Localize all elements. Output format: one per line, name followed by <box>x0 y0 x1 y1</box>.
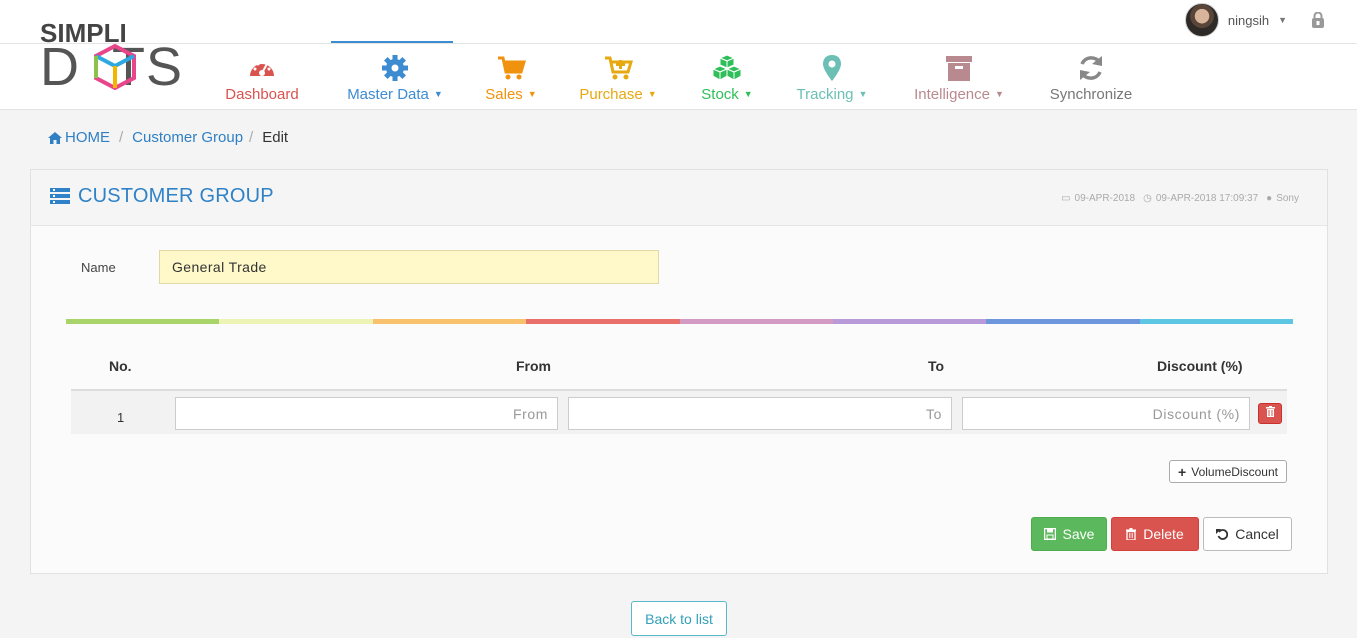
nav-master-data-label: Master Data <box>347 86 429 103</box>
plus-icon: + <box>1178 463 1187 480</box>
breadcrumb-customer-group-link[interactable]: Customer Group <box>132 129 243 146</box>
delete-button[interactable]: Delete <box>1111 517 1199 551</box>
caret-down-icon: ▼ <box>994 89 1004 99</box>
row-number: 1 <box>117 410 125 425</box>
dashboard-gauge-icon <box>250 60 274 76</box>
cart-icon <box>498 56 526 80</box>
simplidots-logo[interactable]: SIMPLI D TS <box>40 18 202 94</box>
nav-sales[interactable]: Sales ▼ <box>476 44 546 110</box>
name-input[interactable] <box>159 250 659 284</box>
calendar-icon: ▭ <box>1061 193 1071 204</box>
main-navbar: SIMPLI D TS Dashboard Master Data ▼ Sale… <box>0 18 1357 110</box>
add-volume-discount-label: VolumeDiscount <box>1191 464 1278 479</box>
discount-input[interactable] <box>962 397 1250 430</box>
panel-title: CUSTOMER GROUP <box>78 185 274 207</box>
nav-purchase[interactable]: Purchase ▼ <box>572 44 664 110</box>
user-menu[interactable]: ningsih ▼ <box>1184 3 1287 37</box>
cart-plus-icon <box>605 56 633 80</box>
floppy-icon <box>1043 528 1056 540</box>
user-icon: ● <box>1266 193 1273 204</box>
breadcrumb-separator: / <box>249 129 254 146</box>
nav-dashboard[interactable]: Dashboard <box>218 44 306 110</box>
created-date: 09-APR-2018 <box>1074 193 1136 204</box>
nav-sales-label: Sales <box>485 86 523 103</box>
back-to-list-button[interactable]: Back to list <box>631 601 727 636</box>
modified-datetime: 09-APR-2018 17:09:37 <box>1155 193 1259 204</box>
gear-icon <box>382 55 408 81</box>
column-header-discount: Discount (%) <box>1157 358 1243 374</box>
breadcrumb-current: Edit <box>262 129 289 146</box>
user-name[interactable]: ningsih <box>1228 13 1269 28</box>
save-button[interactable]: Save <box>1031 517 1107 551</box>
nav-intelligence-label: Intelligence <box>914 86 990 103</box>
logo-cube-icon <box>94 44 136 90</box>
trash-icon <box>1126 528 1137 540</box>
clock-icon: ◷ <box>1143 193 1152 204</box>
caret-down-icon: ▼ <box>433 89 443 99</box>
nav-tracking-label: Tracking <box>796 86 854 103</box>
nav-master-data[interactable]: Master Data ▼ <box>340 44 450 110</box>
nav-intelligence[interactable]: Intelligence ▼ <box>906 44 1012 110</box>
archive-icon <box>946 56 972 81</box>
cubes-icon <box>712 54 742 81</box>
cancel-button[interactable]: Cancel <box>1203 517 1292 551</box>
add-volume-discount-button[interactable]: + VolumeDiscount <box>1169 460 1287 483</box>
save-label: Save <box>1062 526 1095 542</box>
nav-active-indicator <box>331 41 453 43</box>
trash-icon <box>1265 406 1275 417</box>
cancel-label: Cancel <box>1235 526 1279 542</box>
caret-down-icon: ▼ <box>647 89 657 99</box>
record-meta: ▭ 09-APR-2018 ◷ 09-APR-2018 17:09:37 ● S… <box>1061 193 1299 204</box>
nav-synchronize-label: Synchronize <box>1049 86 1133 103</box>
nav-purchase-label: Purchase <box>579 86 643 103</box>
delete-label: Delete <box>1143 526 1184 542</box>
breadcrumb-home-link[interactable]: HOME <box>65 129 110 146</box>
caret-down-icon: ▼ <box>743 89 753 99</box>
breadcrumb: HOME / Customer Group / Edit <box>48 129 288 146</box>
lock-icon[interactable] <box>1311 12 1325 28</box>
to-input[interactable] <box>568 397 952 430</box>
caret-down-icon[interactable]: ▼ <box>1278 15 1287 25</box>
nav-stock[interactable]: Stock ▼ <box>692 44 762 110</box>
list-icon <box>50 188 70 204</box>
caret-down-icon: ▼ <box>527 89 537 99</box>
caret-down-icon: ▼ <box>858 89 868 99</box>
from-input[interactable] <box>175 397 558 430</box>
name-label: Name <box>81 260 116 275</box>
panel-header: CUSTOMER GROUP ▭ 09-APR-2018 ◷ 09-APR-20… <box>31 170 1327 226</box>
customer-group-panel: CUSTOMER GROUP ▭ 09-APR-2018 ◷ 09-APR-20… <box>30 169 1328 574</box>
delete-row-button[interactable] <box>1258 403 1282 424</box>
nav-dashboard-label: Dashboard <box>225 86 299 103</box>
rainbow-divider <box>66 319 1293 324</box>
top-bar: ningsih ▼ <box>0 0 1357 44</box>
undo-icon <box>1216 529 1229 540</box>
nav-tracking[interactable]: Tracking ▼ <box>788 44 876 110</box>
column-header-to: To <box>928 358 945 374</box>
column-header-no: No. <box>109 358 132 374</box>
column-header-from: From <box>516 358 551 374</box>
refresh-icon <box>1080 56 1102 80</box>
breadcrumb-separator: / <box>119 129 124 146</box>
nav-stock-label: Stock <box>701 86 739 103</box>
nav-synchronize[interactable]: Synchronize <box>1044 44 1138 110</box>
map-marker-icon <box>823 55 841 81</box>
avatar[interactable] <box>1184 3 1219 37</box>
home-icon[interactable] <box>48 131 62 144</box>
record-user: Sony <box>1276 193 1299 204</box>
